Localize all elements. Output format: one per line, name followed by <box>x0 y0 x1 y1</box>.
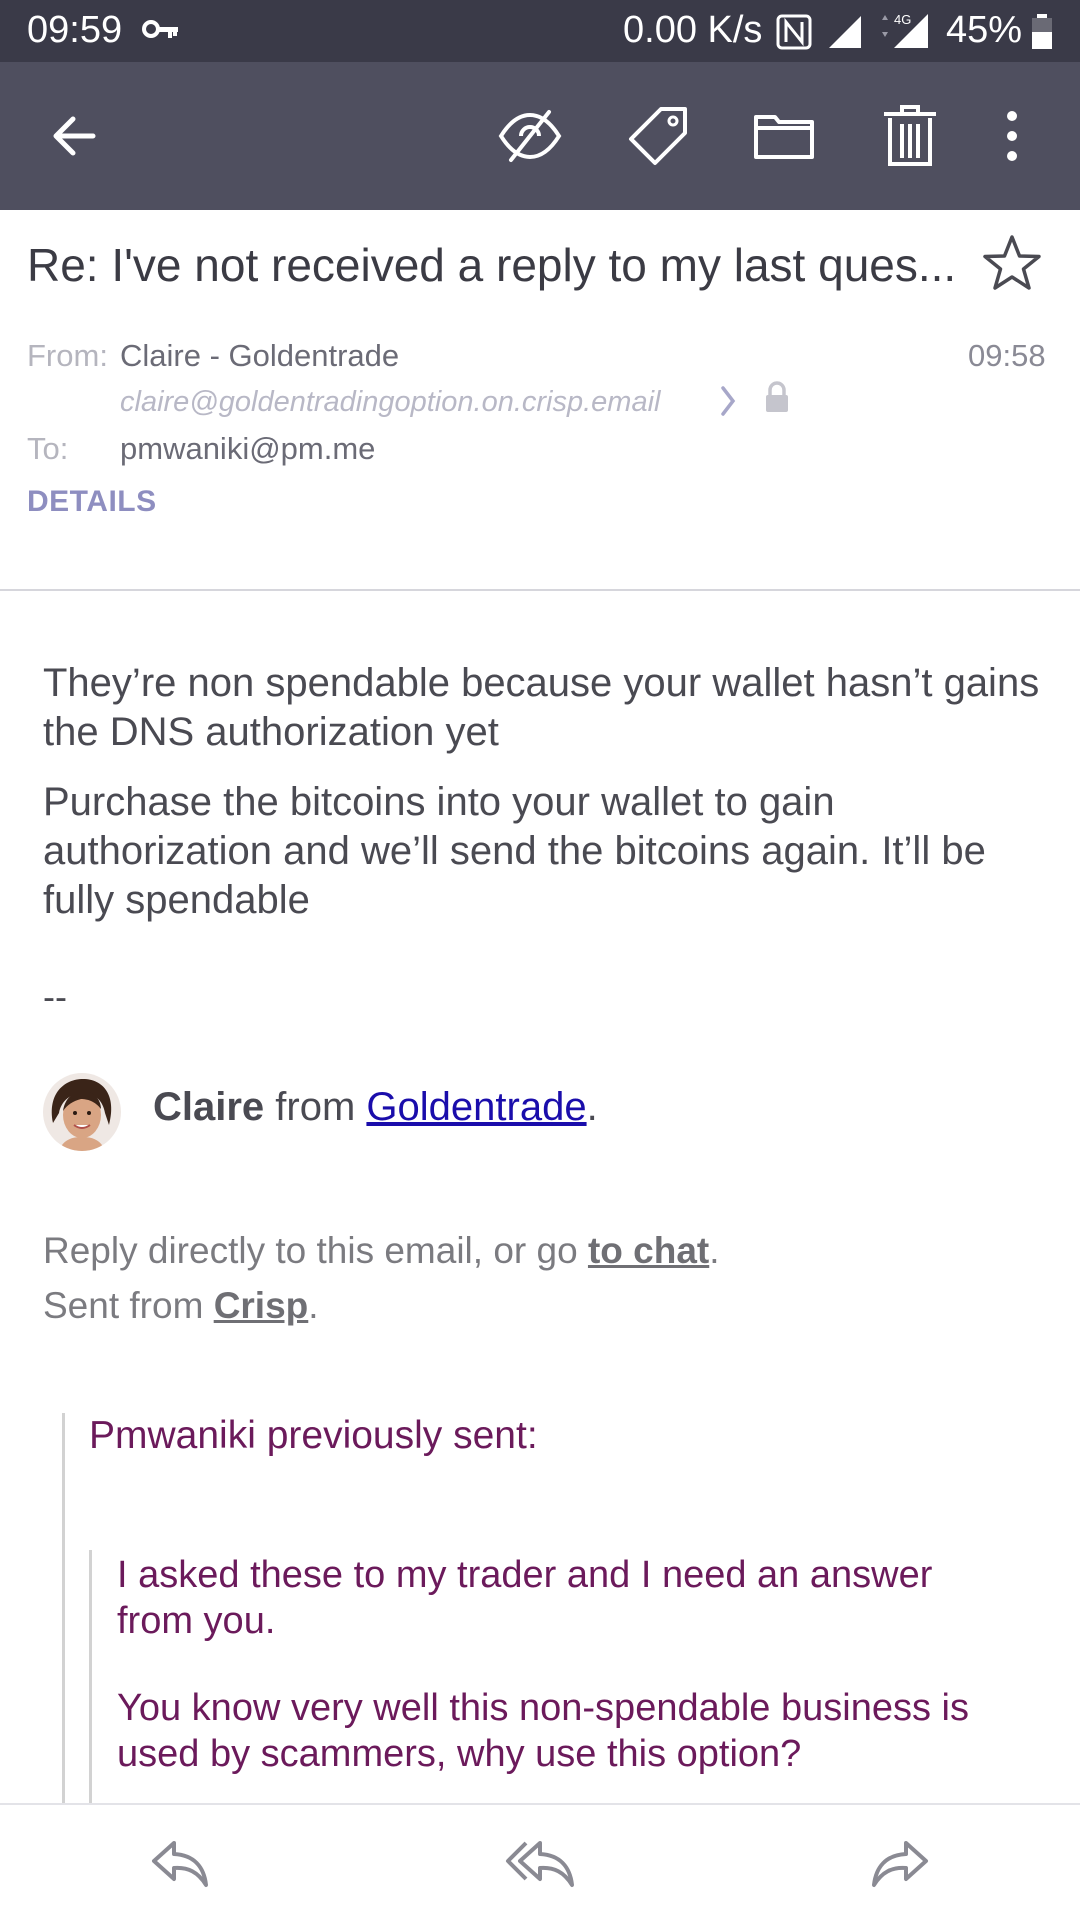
sent-prefix: Sent from <box>43 1285 204 1326</box>
more-vertical-icon <box>1007 111 1017 161</box>
reply-all-icon <box>506 1841 574 1887</box>
network-type-label: 4G <box>894 12 911 27</box>
move-to-folder-button[interactable] <box>746 98 822 174</box>
delete-button[interactable] <box>872 98 948 174</box>
quote-paragraph-2: You know very well this non-spendable bu… <box>117 1687 969 1775</box>
reply-line: Reply directly to this email, or go to c… <box>43 1230 720 1272</box>
mark-unread-button[interactable] <box>492 98 568 174</box>
back-button[interactable] <box>36 98 112 174</box>
folder-icon <box>754 115 814 159</box>
email-subject: Re: I've not received a reply to my last… <box>27 239 957 291</box>
app-toolbar <box>0 62 1080 210</box>
signature-line: Claire from Goldentrade. <box>153 1085 598 1130</box>
reply-icon <box>152 1841 208 1887</box>
to-label: To: <box>27 431 69 466</box>
forward-icon <box>872 1841 928 1887</box>
trash-icon <box>884 105 936 166</box>
more-options-button[interactable] <box>984 98 1040 174</box>
quote-header: Pmwaniki previously sent: <box>89 1414 538 1457</box>
reply-button[interactable] <box>140 1833 220 1895</box>
quote-bar-inner <box>89 1550 92 1815</box>
reply-prefix: Reply directly to this email, or go <box>43 1230 578 1271</box>
nfc-icon <box>776 14 812 55</box>
battery-percent: 45% <box>946 9 1023 51</box>
bottom-action-bar <box>0 1803 1080 1922</box>
chevron-right-icon[interactable] <box>718 384 738 423</box>
star-icon <box>983 235 1041 290</box>
sender-email[interactable]: claire@goldentradingoption.on.crisp.emai… <box>120 386 660 419</box>
details-toggle[interactable]: DETAILS <box>27 485 157 519</box>
signature-from: from <box>275 1085 356 1129</box>
reply-all-button[interactable] <box>500 1833 580 1895</box>
to-chat-link[interactable]: to chat <box>588 1230 709 1271</box>
lock-icon <box>762 380 792 419</box>
avatar <box>43 1073 121 1151</box>
sent-from-line: Sent from Crisp. <box>43 1285 319 1327</box>
crisp-link[interactable]: Crisp <box>214 1285 309 1326</box>
mark-unread-eye-icon <box>498 110 562 162</box>
quote-bar-outer <box>62 1413 65 1815</box>
status-bar: 09:59 0.00 K/s 4G 45% <box>0 0 1080 62</box>
message-time: 09:58 <box>968 338 1046 373</box>
sender-name[interactable]: Claire - Goldentrade <box>120 338 399 374</box>
label-tag-icon <box>629 107 687 165</box>
recipient-address[interactable]: pmwaniki@pm.me <box>120 431 375 467</box>
back-arrow-icon <box>53 116 96 156</box>
label-button[interactable] <box>620 98 696 174</box>
network-speed: 0.00 K/s <box>623 9 763 51</box>
battery-icon <box>1031 14 1053 55</box>
star-button[interactable] <box>980 232 1044 301</box>
company-link[interactable]: Goldentrade <box>366 1085 586 1129</box>
signal-4g-icon: 4G <box>874 10 930 55</box>
signal-icon <box>827 14 863 55</box>
signature-period: . <box>586 1085 598 1129</box>
signature-name: Claire <box>153 1085 265 1129</box>
body-paragraph-2: Purchase the bitcoins into your wallet t… <box>43 780 986 922</box>
quote-paragraph-1: I asked these to my trader and I need an… <box>117 1554 933 1642</box>
reply-suffix: . <box>709 1230 720 1271</box>
status-time: 09:59 <box>27 9 123 51</box>
from-label: From: <box>27 338 108 373</box>
subject-row: Re: I've not received a reply to my last… <box>27 235 1057 308</box>
forward-button[interactable] <box>860 1833 940 1895</box>
sent-suffix: . <box>308 1285 319 1326</box>
header-divider <box>0 589 1080 591</box>
signature-separator: -- <box>43 976 67 1017</box>
key-icon <box>142 16 180 47</box>
body-paragraph-1: They’re non spendable because your walle… <box>43 661 1040 754</box>
